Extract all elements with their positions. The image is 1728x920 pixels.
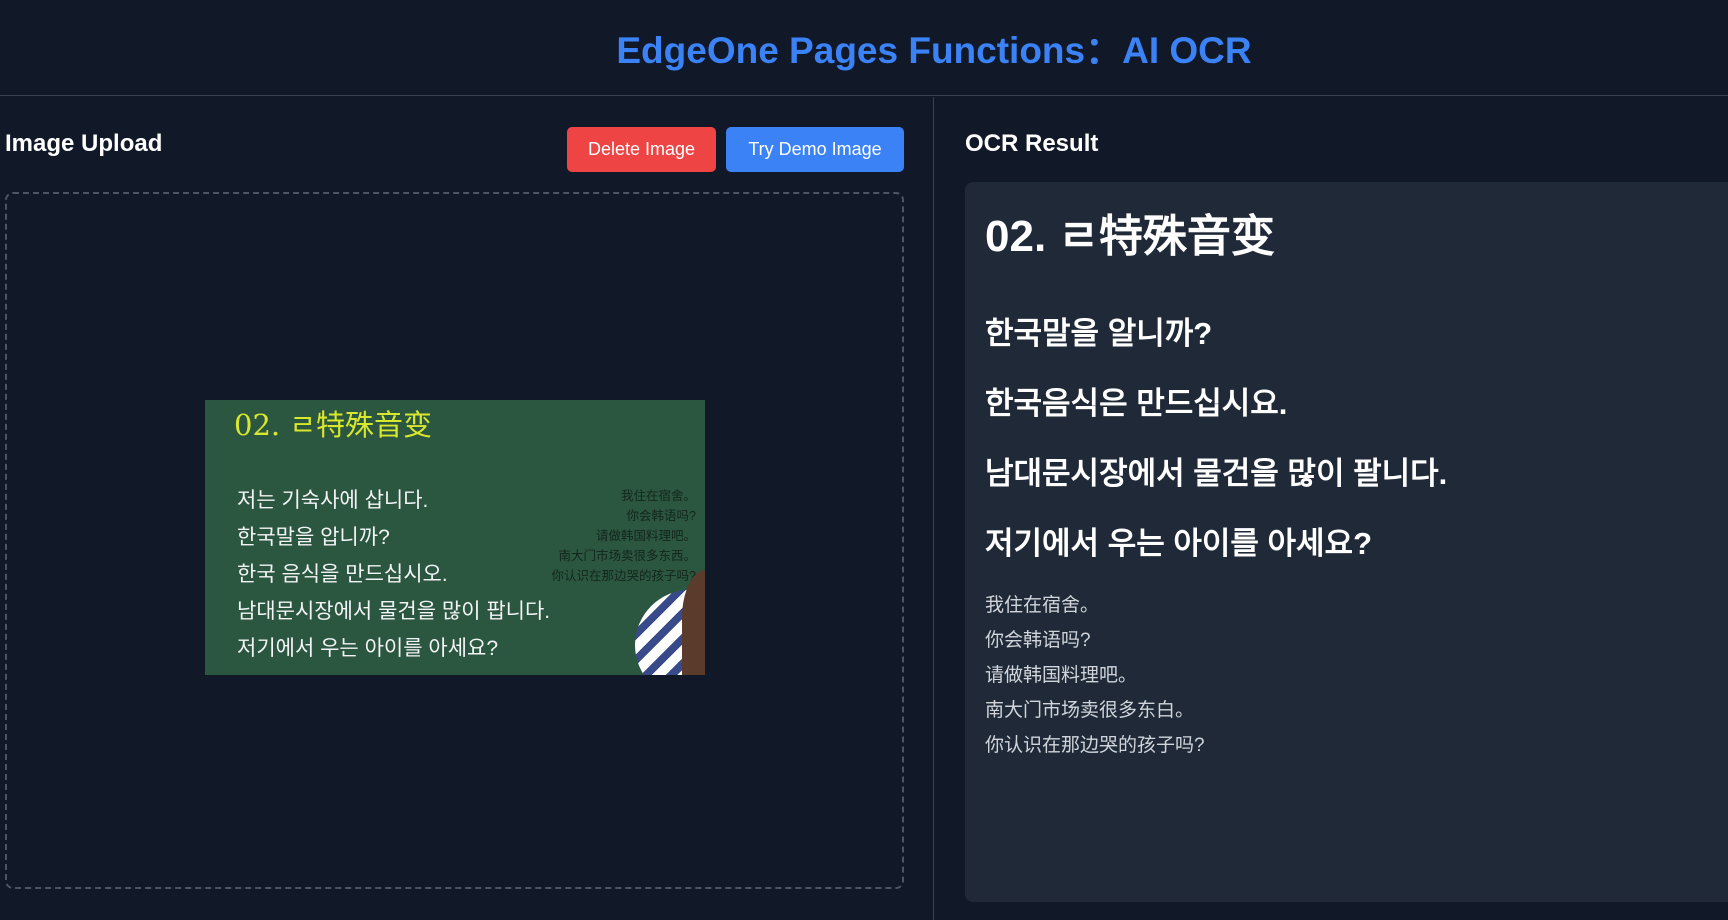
image-upload-panel: Image Upload Delete Image Try Demo Image… — [0, 97, 934, 920]
image-upload-title: Image Upload — [5, 130, 163, 157]
result-chinese-line: 你认识在那边哭的孩子吗? — [985, 735, 1205, 756]
ocr-result-title: OCR Result — [965, 130, 1099, 157]
preview-korean-line: 저기에서 우는 아이를 아세요? — [237, 637, 499, 660]
preview-chinese-line: 请做韩国料理吧。 — [595, 529, 696, 543]
preview-korean-line: 한국 음식을 만드십시오. — [237, 563, 448, 586]
preview-chinese-line: 南大门市场卖很多东西。 — [558, 549, 696, 563]
delete-image-button[interactable]: Delete Image — [567, 127, 716, 172]
page-header: EdgeOne Pages Functions：AI OCR — [0, 0, 1728, 96]
preview-chinese-line: 我住在宿舍。 — [620, 489, 696, 503]
result-korean-list: 한국말을 알니까? 한국음식은 만드십시요. 남대문시장에서 물건을 많이 팔니… — [985, 299, 1447, 579]
preview-chinese-line: 你认识在那边哭的孩子吗? — [551, 569, 696, 583]
result-heading: 02. ㄹ特殊音变 — [985, 212, 1275, 261]
result-chinese-line: 我住在宿舍。 — [985, 595, 1100, 616]
result-korean-line: 저기에서 우는 아이를 아세요? — [985, 526, 1373, 561]
try-demo-image-button[interactable]: Try Demo Image — [726, 127, 904, 172]
result-korean-line: 남대문시장에서 물건을 많이 팔니다. — [985, 456, 1448, 491]
image-dropzone[interactable]: 02. ㄹ特殊音变 저는 기숙사에 삽니다. 한국말을 압니까? 한국 음식을 … — [5, 192, 904, 889]
ocr-result-box: 02. ㄹ特殊音变 한국말을 알니까? 한국음식은 만드십시요. 남대문시장에서… — [965, 182, 1728, 902]
ocr-result-panel: OCR Result 02. ㄹ特殊音变 한국말을 알니까? 한국음식은 만드십… — [935, 97, 1728, 920]
preview-korean-line: 남대문시장에서 물건을 많이 팝니다. — [237, 600, 551, 623]
uploaded-image-preview: 02. ㄹ特殊音变 저는 기숙사에 삽니다. 한국말을 압니까? 한국 음식을 … — [205, 400, 705, 675]
preview-korean-list: 저는 기숙사에 삽니다. 한국말을 압니까? 한국 음식을 만드십시오. 남대문… — [237, 482, 550, 667]
preview-chinese-list: 我住在宿舍。 你会韩语吗? 请做韩国料理吧。 南大门市场卖很多东西。 你认识在那… — [552, 486, 696, 586]
preview-title: 02. ㄹ特殊音变 — [234, 408, 433, 442]
result-korean-line: 한국말을 알니까? — [985, 316, 1213, 351]
preview-korean-line: 저는 기숙사에 삽니다. — [237, 489, 429, 512]
result-korean-line: 한국음식은 만드십시요. — [985, 386, 1288, 421]
page-title: EdgeOne Pages Functions：AI OCR — [616, 30, 1252, 71]
result-chinese-line: 你会韩语吗? — [985, 630, 1091, 651]
result-chinese-line: 请做韩国料理吧。 — [985, 665, 1138, 686]
preview-korean-line: 한국말을 압니까? — [237, 526, 390, 549]
preview-chinese-line: 你会韩语吗? — [626, 509, 696, 523]
result-chinese-line: 南大门市场卖很多东白。 — [985, 700, 1195, 721]
result-chinese-list: 我住在宿舍。 你会韩语吗? 请做韩国料理吧。 南大门市场卖很多东白。 你认识在那… — [985, 588, 1205, 763]
